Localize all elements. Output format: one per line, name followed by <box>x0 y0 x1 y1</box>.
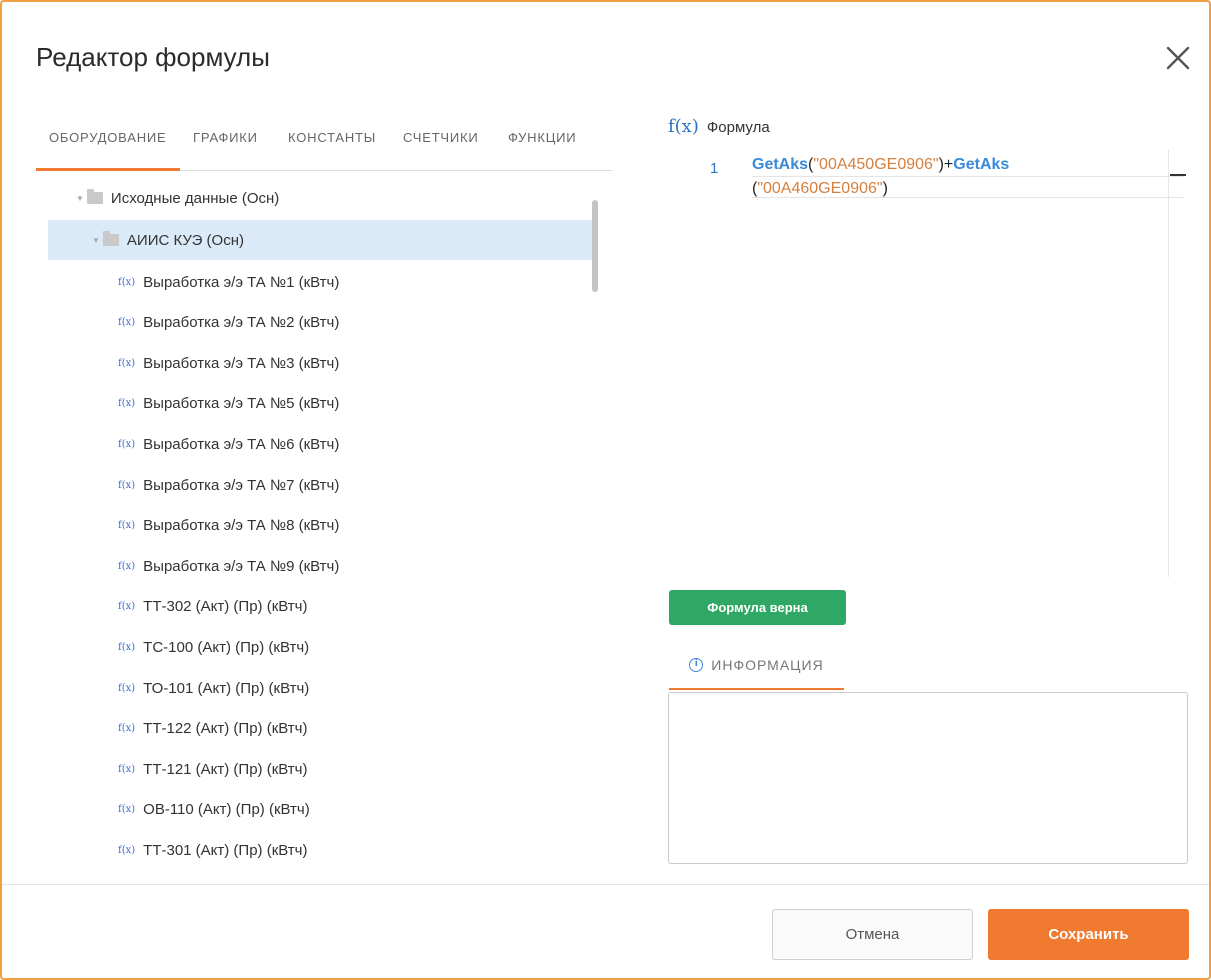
tree-item-label: Выработка э/э ТА №5 (кВтч) <box>143 395 340 413</box>
function-icon: f(x) <box>118 682 136 694</box>
code-operator: )+ <box>938 156 954 173</box>
code-paren: ) <box>882 180 888 197</box>
formula-code-editor[interactable]: 1 GetAks("00A450GE0906")+GetAks ("00A460… <box>668 150 1186 577</box>
tree-item-label: ТО-101 (Акт) (Пр) (кВтч) <box>143 679 310 697</box>
function-icon: f(x) <box>118 479 136 491</box>
tree-node-label: Исходные данные (Осн) <box>110 189 280 207</box>
function-icon: f(x) <box>118 804 136 816</box>
footer-divider <box>2 884 1209 885</box>
info-tab-indicator <box>669 688 844 690</box>
tree-item-label: ТТ-121 (Акт) (Пр) (кВтч) <box>143 760 308 778</box>
tree-item-label: Выработка э/э ТА №8 (кВтч) <box>143 517 340 535</box>
tree-node-root[interactable]: ▼ Исходные данные (Осн) <box>48 178 592 218</box>
tree-item-label: Выработка э/э ТА №6 (кВтч) <box>143 435 340 453</box>
tree-node-label: АИИС КУЭ (Осн) <box>126 231 244 249</box>
tree-item[interactable]: f(x) Выработка э/э ТА №2 (кВтч) <box>48 303 592 343</box>
function-icon: f(x) <box>118 723 136 735</box>
tree-item[interactable]: f(x) Выработка э/э ТА №3 (кВтч) <box>48 343 592 383</box>
tree-item[interactable]: f(x) ТО-101 (Акт) (Пр) (кВтч) <box>48 668 592 708</box>
folder-icon <box>102 231 119 246</box>
source-tabs: ОБОРУДОВАНИЕ ГРАФИКИ КОНСТАНТЫ СЧЕТЧИКИ … <box>36 114 612 171</box>
function-icon: f(x) <box>118 844 136 856</box>
tab-equipment[interactable]: ОБОРУДОВАНИЕ <box>49 130 167 145</box>
function-icon: f(x) <box>118 438 136 450</box>
function-icon: f(x) <box>118 560 136 572</box>
function-icon: f(x) <box>118 357 136 369</box>
save-button[interactable]: Сохранить <box>988 909 1189 960</box>
code-function: GetAks <box>953 156 1010 173</box>
tree-item[interactable]: f(x) Выработка э/э ТА №9 (кВтч) <box>48 546 592 586</box>
active-tab-indicator <box>36 168 180 171</box>
equipment-tree: ▼ Исходные данные (Осн) ▼ АИИС КУЭ (Осн)… <box>48 178 592 878</box>
function-icon: f(x) <box>118 601 136 613</box>
info-tab-label: ИНФОРМАЦИЯ <box>711 657 824 673</box>
caret-down-icon[interactable]: ▼ <box>92 236 100 245</box>
tree-node-group[interactable]: ▼ АИИС КУЭ (Осн) <box>48 220 592 260</box>
caret-down-icon[interactable]: ▼ <box>76 194 84 203</box>
tab-charts[interactable]: ГРАФИКИ <box>193 130 258 145</box>
code-function: GetAks <box>752 156 809 173</box>
formula-code[interactable]: GetAks("00A450GE0906")+GetAks ("00A460GE… <box>752 153 1009 201</box>
tree-item-label: ТС-100 (Акт) (Пр) (кВтч) <box>143 638 310 656</box>
editor-scroll-marker <box>1170 174 1186 176</box>
tree-item-label: Выработка э/э ТА №2 (кВтч) <box>143 314 340 332</box>
function-icon: f(x) <box>118 398 136 410</box>
dialog-title: Редактор формулы <box>36 42 270 72</box>
function-icon: f(x) <box>668 116 699 137</box>
tree-item[interactable]: f(x) ТТ-302 (Акт) (Пр) (кВтч) <box>48 587 592 627</box>
tree-item[interactable]: f(x) Выработка э/э ТА №6 (кВтч) <box>48 424 592 464</box>
tree-item[interactable]: f(x) ТТ-301 (Акт) (Пр) (кВтч) <box>48 830 592 870</box>
function-icon: f(x) <box>118 763 136 775</box>
tree-scrollbar[interactable] <box>592 200 598 292</box>
code-string: "00A460GE0906" <box>757 180 883 197</box>
tab-information[interactable]: i ИНФОРМАЦИЯ <box>669 640 844 690</box>
tree-item-label: ТТ-122 (Акт) (Пр) (кВтч) <box>143 720 308 738</box>
tree-item-label: Выработка э/э ТА №7 (кВтч) <box>143 476 340 494</box>
editor-scrollbar-track[interactable] <box>1168 150 1169 577</box>
tree-item[interactable]: f(x) Выработка э/э ТА №5 (кВтч) <box>48 384 592 424</box>
tree-item[interactable]: f(x) ТТ-122 (Акт) (Пр) (кВтч) <box>48 709 592 749</box>
information-panel <box>668 692 1188 864</box>
function-icon: f(x) <box>118 317 136 329</box>
tab-counters[interactable]: СЧЕТЧИКИ <box>403 130 479 145</box>
tree-item-label: Выработка э/э ТА №3 (кВтч) <box>143 354 340 372</box>
tree-item[interactable]: f(x) Выработка э/э ТА №1 (кВтч) <box>48 262 592 302</box>
info-icon: i <box>689 658 704 672</box>
tab-functions[interactable]: ФУНКЦИИ <box>508 130 576 145</box>
tab-constants[interactable]: КОНСТАНТЫ <box>288 130 376 145</box>
function-icon: f(x) <box>118 641 136 653</box>
formula-label: Формула <box>706 119 770 136</box>
line-number: 1 <box>710 160 719 177</box>
tree-item-label: ОВ-110 (Акт) (Пр) (кВтч) <box>143 801 310 819</box>
tree-item-label: ТТ-301 (Акт) (Пр) (кВтч) <box>143 841 308 859</box>
function-icon: f(x) <box>118 276 136 288</box>
function-icon: f(x) <box>118 520 136 532</box>
tree-item-label: ТТ-302 (Акт) (Пр) (кВтч) <box>143 598 308 616</box>
close-icon[interactable] <box>1162 42 1194 74</box>
tree-item[interactable]: f(x) ОВ-110 (Акт) (Пр) (кВтч) <box>48 790 592 830</box>
tree-item-label: Выработка э/э ТА №1 (кВтч) <box>143 273 340 291</box>
tree-item-label: Выработка э/э ТА №9 (кВтч) <box>143 557 340 575</box>
formula-header: f(x) Формула <box>668 116 770 137</box>
tree-item[interactable]: f(x) Выработка э/э ТА №7 (кВтч) <box>48 465 592 505</box>
formula-editor-dialog: Редактор формулы ОБОРУДОВАНИЕ ГРАФИКИ КО… <box>0 0 1211 980</box>
tree-item[interactable]: f(x) ТТ-121 (Акт) (Пр) (кВтч) <box>48 749 592 789</box>
code-string: "00A450GE0906" <box>813 156 939 173</box>
formula-valid-button[interactable]: Формула верна <box>669 590 846 625</box>
folder-icon <box>86 189 103 204</box>
tree-item[interactable]: f(x) Выработка э/э ТА №8 (кВтч) <box>48 506 592 546</box>
cancel-button[interactable]: Отмена <box>772 909 973 960</box>
tree-item[interactable]: f(x) ТС-100 (Акт) (Пр) (кВтч) <box>48 627 592 667</box>
